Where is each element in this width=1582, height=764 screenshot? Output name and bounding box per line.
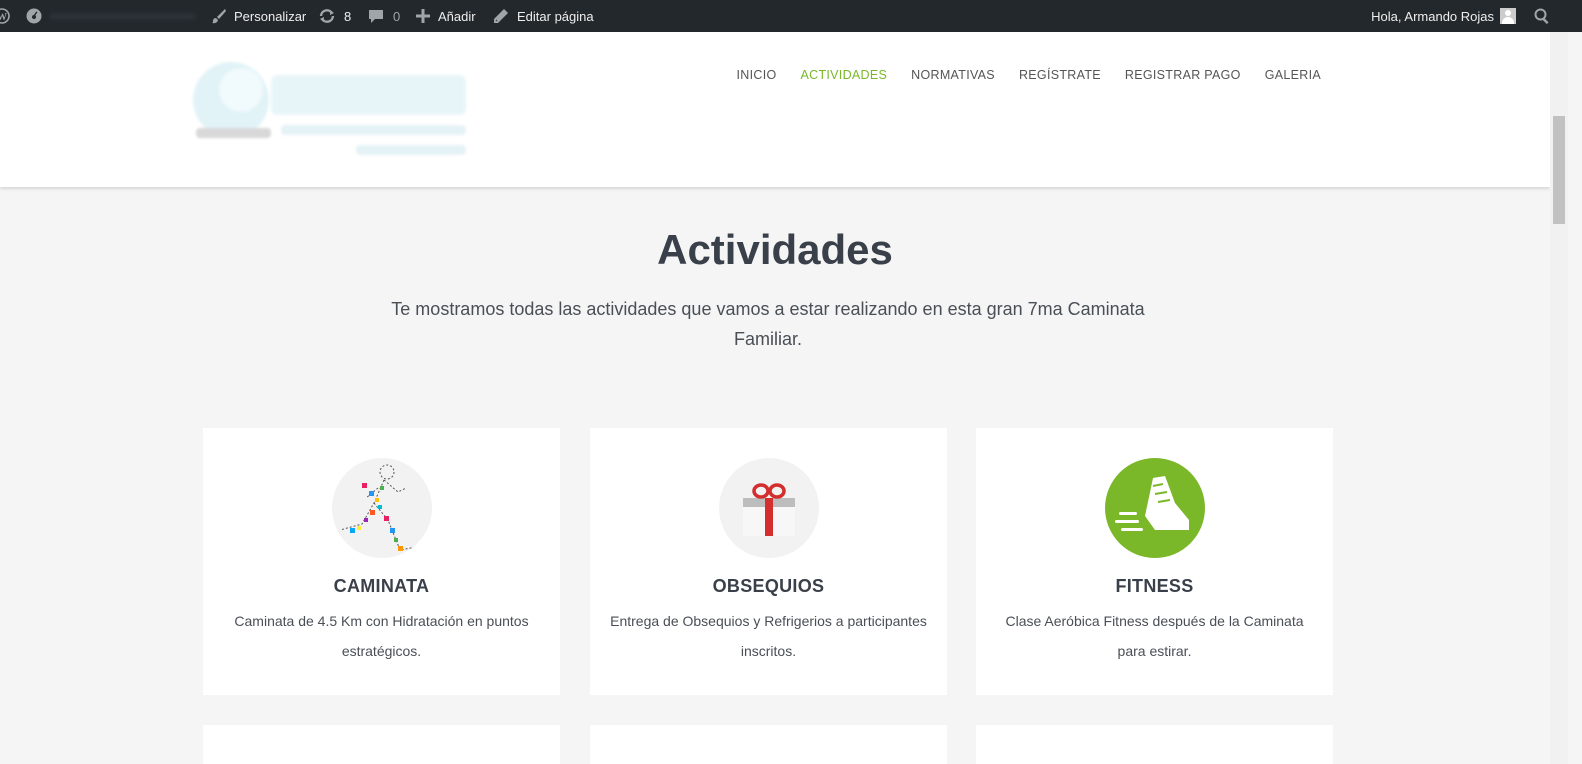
wordpress-logo-icon[interactable]: W xyxy=(0,8,10,24)
brush-icon xyxy=(211,8,227,24)
card-description: Entrega de Obsequios y Refrigerios a par… xyxy=(610,613,927,659)
add-new-link[interactable]: Añadir xyxy=(416,0,476,32)
section-title: Actividades xyxy=(657,226,893,273)
admin-bar: W Personalizar 8 0 Añadir Editar página xyxy=(0,0,1582,32)
nav-item-normativas[interactable]: NORMATIVAS xyxy=(911,68,995,82)
gift-icon xyxy=(719,458,819,558)
card-description: Clase Aeróbica Fitness después de la Cam… xyxy=(1005,613,1304,659)
my-account-link[interactable]: Hola, Armando Rojas xyxy=(1371,0,1516,32)
nav-item-registrate[interactable]: REGÍSTRATE xyxy=(1019,68,1101,82)
activity-card-caminata: CAMINATA Caminata de 4.5 Km con Hidratac… xyxy=(203,428,560,695)
search-icon[interactable] xyxy=(1534,0,1550,32)
site-header: INICIO ACTIVIDADES NORMATIVAS REGÍSTRATE… xyxy=(0,32,1550,187)
activity-card-row2-2 xyxy=(590,725,947,764)
main-nav: INICIO ACTIVIDADES NORMATIVAS REGÍSTRATE… xyxy=(737,68,1322,82)
nav-item-inicio[interactable]: INICIO xyxy=(737,68,777,82)
customize-link[interactable]: Personalizar xyxy=(211,0,306,32)
updates-link[interactable]: 8 xyxy=(318,0,351,32)
nav-item-registrar-pago[interactable]: REGISTRAR PAGO xyxy=(1125,68,1241,82)
site-logo[interactable] xyxy=(186,50,476,170)
comment-bubble-icon xyxy=(368,8,384,24)
svg-text:W: W xyxy=(0,12,7,23)
card-title: CAMINATA xyxy=(333,576,430,596)
avatar xyxy=(1500,8,1516,24)
card-description: Caminata de 4.5 Km con Hidratación en pu… xyxy=(234,613,529,659)
edit-page-link[interactable]: Editar página xyxy=(493,0,594,32)
customize-label: Personalizar xyxy=(234,8,307,24)
comments-count: 0 xyxy=(393,8,401,24)
activity-card-fitness: FITNESS Clase Aeróbica Fitness después d… xyxy=(976,428,1333,695)
pencil-icon xyxy=(493,8,509,24)
activity-card-row2-1 xyxy=(203,725,560,764)
add-new-label: Añadir xyxy=(438,8,476,24)
admin-bar-secondary: Hola, Armando Rojas xyxy=(1371,0,1582,32)
site-name-blurred[interactable] xyxy=(50,14,195,19)
updates-count: 8 xyxy=(344,8,352,24)
dashboard-icon[interactable] xyxy=(25,7,43,25)
updates-icon xyxy=(318,8,336,24)
card-title: OBSEQUIOS xyxy=(712,576,825,596)
plus-icon xyxy=(416,9,430,23)
nav-item-actividades[interactable]: ACTIVIDADES xyxy=(801,68,888,82)
greeting-text: Hola, Armando Rojas xyxy=(1371,8,1494,24)
activity-card-row2-3 xyxy=(976,725,1333,764)
nav-item-galeria[interactable]: GALERIA xyxy=(1265,68,1321,82)
activity-card-obsequios: OBSEQUIOS Entrega de Obsequios y Refrige… xyxy=(590,428,947,695)
sneaker-icon xyxy=(1105,458,1205,558)
scrollbar-thumb[interactable] xyxy=(1553,116,1565,224)
card-title: FITNESS xyxy=(1115,576,1194,596)
edit-page-label: Editar página xyxy=(517,8,594,24)
section-subtitle: Te mostramos todas las actividades que v… xyxy=(391,299,1145,349)
comments-link[interactable]: 0 xyxy=(368,0,400,32)
runner-icon xyxy=(332,458,432,558)
